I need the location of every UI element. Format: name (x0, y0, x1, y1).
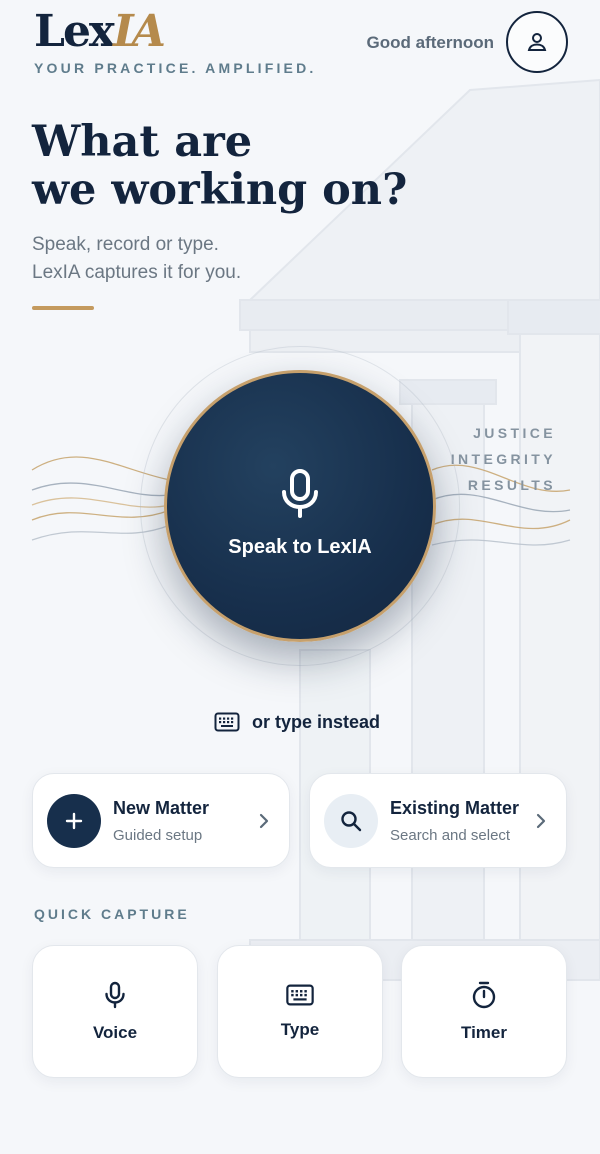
title-line-2: we working on? (32, 165, 408, 215)
subtitle-line-1: Speak, record or type. (32, 234, 219, 255)
subtitle-line-2: LexIA captures it for you. (32, 262, 242, 283)
stopwatch-icon (472, 981, 496, 1008)
quick-capture-voice-label: Voice (92, 1022, 138, 1042)
existing-matter-subtitle: Search and select (390, 826, 511, 844)
quick-capture-timer[interactable]: Timer (401, 945, 567, 1078)
page-title: What are we working on? (32, 118, 452, 214)
speak-button-label: Speak to LexIA (228, 535, 372, 558)
user-icon (527, 33, 547, 51)
new-matter-subtitle: Guided setup (113, 826, 203, 844)
logo-accent: IA (113, 6, 166, 57)
page-subtitle: Speak, record or type. LexIA captures it… (32, 231, 352, 287)
profile-button[interactable] (506, 11, 568, 73)
keyboard-icon (286, 984, 314, 1005)
quick-capture-type-label: Type (280, 1019, 320, 1039)
chevron-right-icon (253, 813, 275, 829)
keyboard-icon (214, 712, 240, 732)
new-matter-title: New Matter (113, 797, 210, 818)
existing-matter-card[interactable]: Existing Matter Search and select (309, 773, 567, 868)
accent-divider (32, 306, 94, 310)
microphone-icon (105, 981, 125, 1008)
existing-matter-title: Existing Matter (390, 797, 520, 818)
plus-icon (65, 812, 83, 829)
greeting-text: Good afternoon (366, 33, 494, 52)
app-logo: LexIA (34, 6, 166, 58)
quick-capture-heading: QUICK CAPTURE (34, 906, 190, 922)
quick-capture-type[interactable]: Type (217, 945, 383, 1078)
quick-capture-voice[interactable]: Voice (32, 945, 198, 1078)
title-line-1: What are (32, 117, 253, 167)
tagline: YOUR PRACTICE. AMPLIFIED. (34, 60, 317, 76)
slogan-justice: JUSTICE (473, 425, 556, 441)
speak-button[interactable]: Speak to LexIA (164, 370, 436, 642)
existing-matter-icon-circle (324, 793, 378, 848)
microphone-icon (282, 468, 318, 518)
new-matter-card[interactable]: New Matter Guided setup (32, 773, 290, 868)
type-instead-link[interactable]: or type instead (214, 708, 380, 736)
type-instead-label: or type instead (252, 711, 381, 732)
chevron-right-icon (530, 813, 552, 829)
search-icon (341, 810, 362, 831)
new-matter-icon-circle (47, 793, 101, 848)
logo-text: Lex (34, 6, 115, 57)
quick-capture-timer-label: Timer (461, 1022, 507, 1042)
